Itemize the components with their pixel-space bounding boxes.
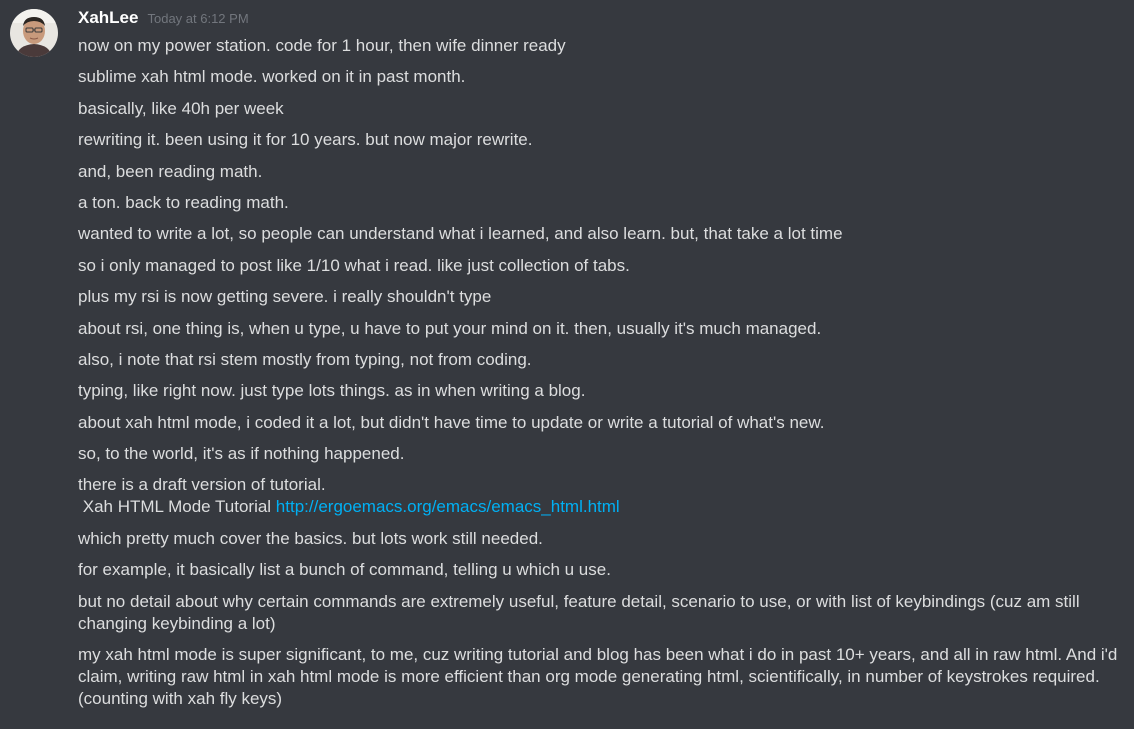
message-line: so, to the world, it's as if nothing hap… — [78, 444, 405, 464]
message-line: there is a draft version of tutorial. — [78, 475, 326, 495]
tutorial-link[interactable]: http://ergoemacs.org/emacs/emacs_html.ht… — [276, 497, 620, 516]
timestamp: Today at 6:12 PM — [147, 11, 249, 26]
message-line: but no detail about why certain commands… — [78, 591, 1085, 633]
message-line: basically, like 40h per week — [78, 98, 284, 118]
message-line: rewriting it. been using it for 10 years… — [78, 130, 533, 150]
message-line: about rsi, one thing is, when u type, u … — [78, 318, 822, 338]
message-line: a ton. back to reading math. — [78, 192, 289, 212]
message-group: XahLee Today at 6:12 PM now on my power … — [0, 0, 1134, 729]
message-line: plus my rsi is now getting severe. i rea… — [78, 287, 492, 307]
message-line: my xah html mode is super significant, t… — [78, 645, 1123, 709]
tutorial-label: Xah HTML Mode Tutorial — [78, 497, 276, 517]
avatar-image — [10, 9, 58, 57]
message-line: about xah html mode, i coded it a lot, b… — [78, 412, 825, 432]
message-line: which pretty much cover the basics. but … — [78, 528, 543, 548]
message-header: XahLee Today at 6:12 PM — [78, 8, 249, 32]
message-line: typing, like right now. just type lots t… — [78, 381, 586, 401]
username[interactable]: XahLee — [78, 8, 138, 28]
message-line: also, i note that rsi stem mostly from t… — [78, 349, 532, 369]
message-line: for example, it basically list a bunch o… — [78, 560, 611, 580]
message-line-tutorial: Xah HTML Mode Tutorial http://ergoemacs.… — [78, 496, 1130, 518]
message-list: now on my power station. code for 1 hour… — [78, 35, 1130, 719]
message-line: now on my power station. code for 1 hour… — [78, 36, 566, 55]
message-line: so i only managed to post like 1/10 what… — [78, 255, 630, 275]
message-line: and, been reading math. — [78, 161, 263, 181]
user-avatar[interactable] — [10, 9, 58, 57]
message-line: sublime xah html mode. worked on it in p… — [78, 67, 466, 87]
message-line: wanted to write a lot, so people can und… — [78, 224, 843, 244]
